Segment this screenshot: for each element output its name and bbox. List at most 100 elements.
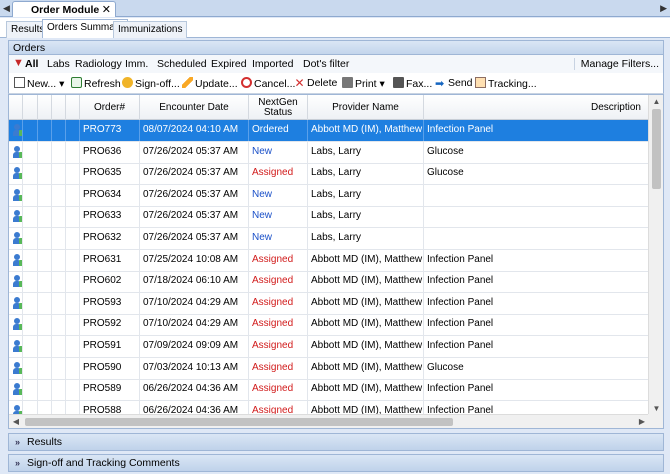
- order-cell: PRO589: [80, 379, 140, 401]
- row-flag-cell: [66, 357, 80, 379]
- module-tab-label: Order Module: [31, 4, 100, 16]
- fax-button[interactable]: Fax...: [393, 77, 432, 90]
- description-cell: Glucose: [424, 163, 649, 185]
- filter-imm[interactable]: Imm.: [125, 58, 148, 70]
- filter-dots-filter[interactable]: Dot's filter: [303, 58, 349, 70]
- scroll-left-icon[interactable]: ◀: [9, 415, 23, 428]
- results-panel-header[interactable]: » Results: [8, 433, 664, 451]
- cancel-order-button[interactable]: Cancel...: [241, 77, 295, 90]
- tab-immunizations[interactable]: Immunizations: [113, 21, 188, 38]
- patient-order-icon: [13, 296, 22, 310]
- update-label: Update...: [195, 78, 238, 90]
- row-flag-cell: [23, 314, 38, 336]
- new-button[interactable]: New... ▾: [14, 77, 64, 90]
- col-header-provider-name[interactable]: Provider Name: [308, 95, 424, 120]
- vertical-scrollbar[interactable]: ▲ ▼: [648, 95, 663, 416]
- tracking-button[interactable]: Tracking...: [475, 77, 537, 90]
- table-row[interactable]: PRO593 07/10/2024 04:29 AM Assigned Abbott …: [9, 292, 649, 315]
- patient-order-icon: [13, 253, 22, 267]
- table-row[interactable]: PRO636 07/26/2024 05:37 AM New Labs, Larry G…: [9, 141, 649, 164]
- update-button[interactable]: Update...: [182, 77, 238, 90]
- filter-icon: ▼: [13, 57, 24, 69]
- table-row[interactable]: PRO590 07/03/2024 10:13 AM Assigned Abbott …: [9, 357, 649, 380]
- table-row[interactable]: PRO635 07/26/2024 05:37 AM Assigned Labs, L…: [9, 163, 649, 186]
- refresh-button[interactable]: Refresh: [71, 77, 121, 90]
- horizontal-scroll-thumb[interactable]: [25, 418, 453, 426]
- row-icon-cell: [9, 357, 23, 379]
- provider-cell: Labs, Larry: [308, 228, 424, 249]
- filter-all[interactable]: All: [25, 58, 38, 70]
- order-cell: PRO633: [80, 206, 140, 228]
- status-cell: Assigned: [249, 357, 308, 379]
- table-row[interactable]: PRO592 07/10/2024 04:29 AM Assigned Abbott …: [9, 314, 649, 337]
- send-button[interactable]: ➡ Send: [435, 77, 473, 90]
- table-row[interactable]: PRO632 07/26/2024 05:37 AM New Labs, Larry: [9, 228, 649, 250]
- row-icon-cell: [9, 379, 23, 401]
- horizontal-scrollbar[interactable]: ◀ ▶: [9, 414, 649, 428]
- col-header-order[interactable]: Order#: [80, 95, 140, 120]
- row-flag-cell: [38, 184, 52, 206]
- order-cell: PRO590: [80, 357, 140, 379]
- col-header-flag4[interactable]: [66, 95, 80, 120]
- module-tab-order-module[interactable]: Order Module ✕: [12, 1, 116, 17]
- col-header-flag1[interactable]: [23, 95, 38, 120]
- col-header-nextgen-status[interactable]: NextGen Status: [249, 95, 308, 120]
- grid-header: Order# Encounter Date NextGen Status Pro…: [9, 95, 649, 120]
- row-icon-cell: [9, 249, 23, 271]
- provider-cell: Abbott MD (IM), Matthew IM: [308, 249, 424, 271]
- col-header-encounter-date[interactable]: Encounter Date: [140, 95, 249, 120]
- col-header-flag2[interactable]: [38, 95, 52, 120]
- filter-labs[interactable]: Labs: [47, 58, 70, 70]
- status-cell: Assigned: [249, 336, 308, 357]
- table-row[interactable]: PRO631 07/25/2024 10:08 AM Assigned Abbott …: [9, 249, 649, 272]
- patient-order-icon: [13, 361, 22, 375]
- col-header-icon[interactable]: [9, 95, 23, 120]
- table-row[interactable]: PRO602 07/18/2024 06:10 AM Assigned Abbott …: [9, 271, 649, 294]
- signoff-button[interactable]: Sign-off...: [122, 77, 180, 90]
- order-cell: PRO591: [80, 336, 140, 357]
- row-flag-cell: [52, 206, 66, 228]
- filter-radiology[interactable]: Radiology: [75, 58, 122, 70]
- scroll-up-icon[interactable]: ▲: [649, 95, 663, 109]
- table-row[interactable]: PRO591 07/09/2024 09:09 AM Assigned Abbott …: [9, 336, 649, 358]
- row-flag-cell: [52, 184, 66, 206]
- filter-scheduled[interactable]: Scheduled: [157, 58, 207, 70]
- row-flag-cell: [66, 163, 80, 185]
- row-flag-cell: [52, 249, 66, 271]
- patient-order-icon: [13, 188, 22, 202]
- provider-cell: Abbott MD (IM), Matthew IM: [308, 357, 424, 379]
- col-header-flag3[interactable]: [52, 95, 66, 120]
- scroll-tabs-right-icon[interactable]: ▶: [660, 3, 667, 14]
- row-flag-cell: [23, 271, 38, 293]
- filter-imported[interactable]: Imported: [252, 58, 293, 70]
- status-cell: Assigned: [249, 271, 308, 293]
- row-flag-cell: [52, 336, 66, 357]
- row-flag-cell: [23, 357, 38, 379]
- vertical-scroll-thumb[interactable]: [652, 109, 661, 189]
- scroll-right-icon[interactable]: ▶: [635, 415, 649, 428]
- manage-filters-button[interactable]: Manage Filters...: [573, 58, 659, 70]
- print-button[interactable]: Print ▾: [342, 77, 385, 90]
- delete-button[interactable]: ✕ Delete: [294, 77, 337, 89]
- table-row[interactable]: PRO633 07/26/2024 05:37 AM New Labs, Larry: [9, 206, 649, 229]
- table-row[interactable]: PRO773 08/07/2024 04:10 AM Ordered Abbott M…: [9, 120, 649, 142]
- tracking-label: Tracking...: [488, 78, 537, 90]
- row-flag-cell: [23, 206, 38, 228]
- signoff-panel-header[interactable]: » Sign-off and Tracking Comments: [8, 454, 664, 472]
- scroll-tabs-left-icon[interactable]: ◀: [3, 3, 10, 14]
- encounter-date-cell: 06/26/2024 04:36 AM: [140, 379, 249, 401]
- table-row[interactable]: PRO589 06/26/2024 04:36 AM Assigned Abbott …: [9, 379, 649, 402]
- row-flag-cell: [66, 249, 80, 271]
- table-row[interactable]: PRO634 07/26/2024 05:37 AM New Labs, Larry: [9, 184, 649, 207]
- col-header-description[interactable]: Description: [424, 95, 649, 120]
- description-cell: Infection Panel: [424, 336, 649, 357]
- row-flag-cell: [66, 314, 80, 336]
- row-flag-cell: [23, 292, 38, 314]
- close-icon[interactable]: ✕: [102, 3, 111, 16]
- signoff-icon: [122, 77, 133, 88]
- provider-cell: Abbott MD (IM), Matthew IM: [308, 314, 424, 336]
- filter-expired[interactable]: Expired: [211, 58, 247, 70]
- row-flag-cell: [23, 379, 38, 401]
- row-icon-cell: [9, 184, 23, 206]
- print-label: Print: [355, 78, 377, 90]
